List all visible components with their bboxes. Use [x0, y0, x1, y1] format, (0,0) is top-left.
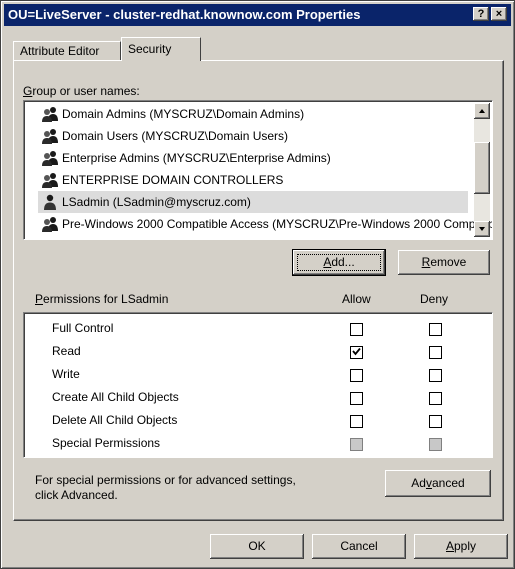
help-button[interactable]: ?: [473, 7, 489, 21]
list-item[interactable]: Enterprise Admins (MYSCRUZ\Enterprise Ad…: [38, 147, 468, 169]
deny-checkbox[interactable]: [429, 415, 442, 428]
allow-checkbox[interactable]: [350, 323, 363, 336]
list-item[interactable]: ENTERPRISE DOMAIN CONTROLLERS: [38, 169, 468, 191]
apply-button-label: pply: [454, 539, 477, 553]
list-item-label: Domain Admins (MYSCRUZ\Domain Admins): [62, 107, 305, 121]
permissions-label-text: ermissions for LSadmin: [43, 292, 169, 306]
deny-header: Deny: [420, 292, 449, 306]
users-scrollbar[interactable]: [474, 103, 490, 237]
ok-button[interactable]: OK: [210, 534, 304, 559]
deny-checkbox[interactable]: [429, 346, 442, 359]
accelerator-key: G: [23, 84, 33, 98]
permission-name: Read: [52, 344, 81, 358]
permission-name: Delete All Child Objects: [52, 413, 178, 427]
group-icon: [42, 172, 59, 188]
scroll-thumb[interactable]: [474, 142, 490, 194]
add-button[interactable]: Add...: [292, 249, 386, 276]
deny-checkbox[interactable]: [429, 369, 442, 382]
permission-row: Read: [24, 340, 454, 363]
list-item-label: Enterprise Admins (MYSCRUZ\Enterprise Ad…: [62, 151, 331, 165]
arrow-down-icon: [479, 227, 485, 231]
permission-name: Special Permissions: [52, 436, 161, 450]
allow-checkbox[interactable]: [350, 346, 363, 359]
advanced-button[interactable]: Advanced: [385, 470, 491, 497]
scroll-up-button[interactable]: [474, 103, 490, 119]
list-item[interactable]: Domain Admins (MYSCRUZ\Domain Admins): [38, 103, 468, 125]
list-item-label: ENTERPRISE DOMAIN CONTROLLERS: [62, 173, 284, 187]
permission-name: Write: [52, 367, 80, 381]
advanced-hint-text: For special permissions or for advanced …: [35, 473, 296, 503]
deny-checkbox[interactable]: [429, 392, 442, 405]
group-icon: [42, 128, 59, 144]
permissions-list[interactable]: Full Control Read Write Create All Child Ob…: [23, 312, 493, 458]
permission-name: Create All Child Objects: [52, 390, 179, 404]
tab-attribute-editor[interactable]: Attribute Editor: [13, 41, 121, 60]
list-item-label: Domain Users (MYSCRUZ\Domain Users): [62, 129, 289, 143]
permission-row: Write: [24, 363, 454, 386]
list-item-label: Pre-Windows 2000 Compatible Access (MYSC…: [62, 217, 492, 231]
window-title: OU=LiveServer - cluster-redhat.knownow.c…: [8, 7, 361, 22]
properties-dialog: OU=LiveServer - cluster-redhat.knownow.c…: [0, 0, 515, 569]
advanced-label-pre: Ad: [411, 476, 426, 490]
permissions-label: Permissions for LSadmin: [35, 292, 168, 306]
deny-checkbox[interactable]: [429, 323, 442, 336]
allow-checkbox[interactable]: [350, 415, 363, 428]
accelerator-key: R: [421, 255, 431, 269]
users-list-label-text: roup or user names:: [32, 84, 140, 98]
list-item[interactable]: LSadmin (LSadmin@myscruz.com): [38, 191, 468, 213]
close-button[interactable]: ×: [491, 7, 507, 21]
advanced-label-post: anced: [431, 476, 465, 490]
list-item[interactable]: Pre-Windows 2000 Compatible Access (MYSC…: [38, 213, 492, 235]
deny-checkbox: [429, 438, 442, 451]
group-icon: [42, 216, 59, 232]
permission-row: Full Control: [24, 317, 454, 340]
permission-name: Full Control: [52, 321, 114, 335]
allow-header: Allow: [342, 292, 371, 306]
remove-button[interactable]: Remove: [398, 250, 490, 275]
advanced-hint-line1: For special permissions or for advanced …: [35, 473, 296, 487]
apply-button[interactable]: Apply: [414, 534, 508, 559]
advanced-hint-line2: click Advanced.: [35, 488, 118, 502]
scroll-down-button[interactable]: [474, 221, 490, 237]
group-user-list[interactable]: Domain Admins (MYSCRUZ\Domain Admins) Dom…: [23, 100, 493, 240]
cancel-button[interactable]: Cancel: [312, 534, 406, 559]
group-icon: [42, 150, 59, 166]
tab-security[interactable]: Security: [121, 37, 201, 61]
remove-button-label: emove: [430, 255, 467, 269]
users-list-label: Group or user names:: [23, 84, 140, 98]
allow-checkbox[interactable]: [350, 369, 363, 382]
focus-rect: [297, 254, 381, 271]
arrow-up-icon: [479, 109, 485, 113]
accelerator-key: P: [35, 292, 44, 306]
group-icon: [42, 106, 59, 122]
permission-row: Special Permissions: [24, 432, 454, 455]
permission-row: Delete All Child Objects: [24, 409, 454, 432]
user-icon: [42, 194, 59, 210]
list-item-label: LSadmin (LSadmin@myscruz.com): [62, 195, 251, 209]
allow-checkbox[interactable]: [350, 392, 363, 405]
list-item[interactable]: Domain Users (MYSCRUZ\Domain Users): [38, 125, 468, 147]
accelerator-key: A: [445, 539, 454, 553]
title-bar[interactable]: OU=LiveServer - cluster-redhat.knownow.c…: [4, 4, 511, 26]
permission-row: Create All Child Objects: [24, 386, 454, 409]
allow-checkbox: [350, 438, 363, 451]
